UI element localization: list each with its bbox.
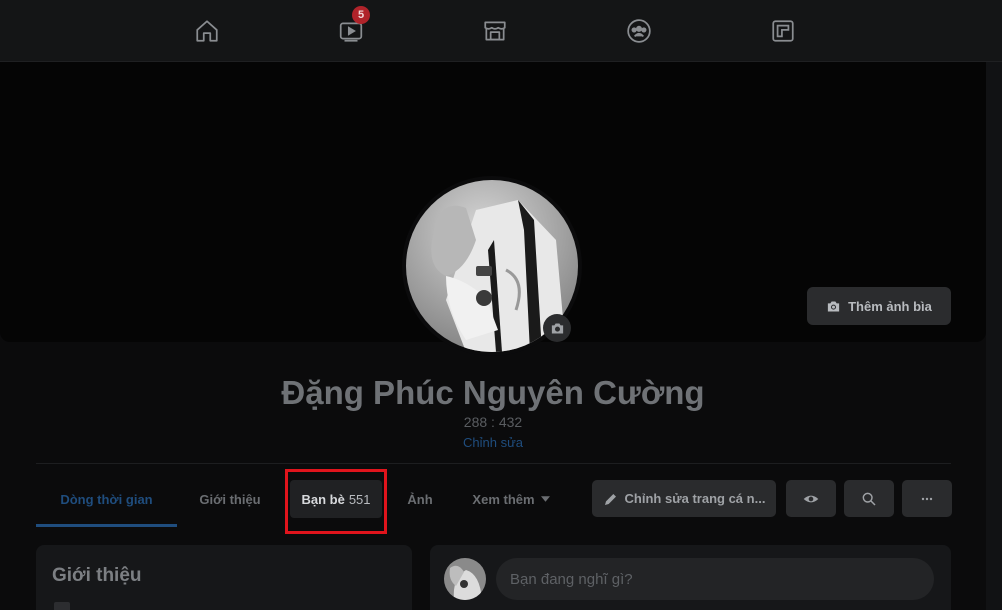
scrollbar-track[interactable] [986, 62, 1002, 610]
edit-bio-link[interactable]: Chỉnh sửa [0, 435, 986, 450]
eye-icon [803, 495, 819, 502]
view-as-button[interactable] [786, 480, 836, 517]
active-tab-indicator [36, 524, 177, 527]
divider [36, 463, 951, 464]
search-icon [862, 492, 876, 506]
watch-icon[interactable]: 5 [334, 6, 370, 48]
groups-icon[interactable] [622, 14, 656, 48]
home-icon[interactable] [190, 14, 224, 48]
composer-input[interactable]: Bạn đang nghĩ gì? [496, 558, 934, 600]
edit-profile-button[interactable]: Chỉnh sửa trang cá n... [592, 480, 776, 517]
intro-title: Giới thiệu [52, 565, 142, 586]
profile-name: Đặng Phúc Nguyên Cường [281, 374, 705, 411]
update-avatar-button[interactable] [543, 314, 571, 342]
marketplace-icon[interactable] [478, 14, 512, 48]
pencil-icon [604, 493, 616, 505]
add-cover-photo-button[interactable]: Thêm ảnh bìa [807, 287, 951, 325]
composer-avatar[interactable] [444, 558, 486, 600]
tab-more-label: Xem thêm [472, 491, 535, 507]
add-cover-photo-label: Thêm ảnh bìa [848, 298, 932, 314]
caret-down-icon [540, 496, 550, 502]
edit-profile-label: Chỉnh sửa trang cá n... [624, 491, 766, 506]
highlight-box [285, 469, 387, 534]
intro-item-icon [54, 602, 70, 610]
tab-more[interactable]: Xem thêm [456, 480, 566, 518]
gaming-icon[interactable] [766, 14, 800, 48]
camera-icon [827, 301, 840, 311]
tab-timeline[interactable]: Dòng thời gian [36, 480, 177, 518]
more-options-button[interactable] [902, 480, 952, 517]
tab-photos[interactable]: Ảnh [396, 480, 444, 518]
top-navigation-bar: 5 [0, 0, 1002, 62]
camera-icon [551, 323, 563, 333]
profile-bio-text: 288 : 432 [463, 414, 523, 430]
notification-badge: 5 [352, 6, 370, 24]
tab-about[interactable]: Giới thiệu [182, 480, 278, 518]
more-icon [921, 497, 933, 500]
search-profile-button[interactable] [844, 480, 894, 517]
